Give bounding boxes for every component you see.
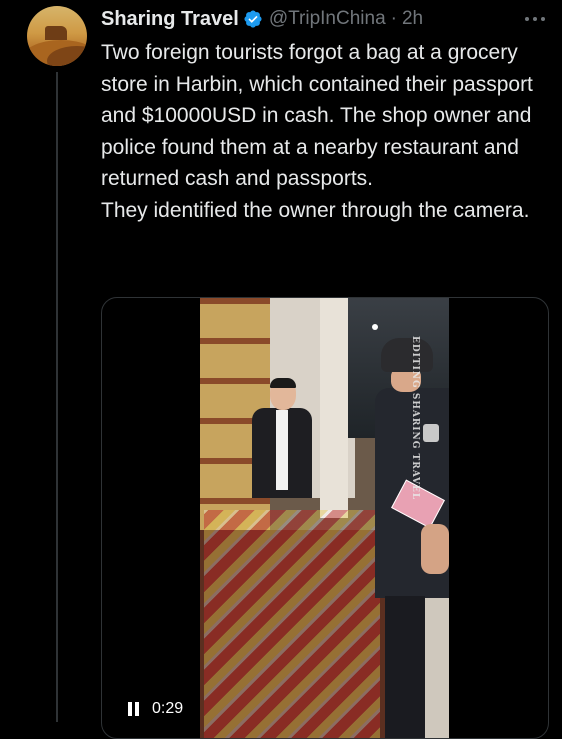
glass-display-case <box>204 510 380 738</box>
video-duration: 0:29 <box>152 700 184 717</box>
verified-badge-icon <box>243 9 263 29</box>
author-handle[interactable]: @TripInChina <box>269 8 386 30</box>
video-controls[interactable]: 0:29 <box>122 697 190 721</box>
shop-owner-figure <box>252 378 312 528</box>
post-text-paragraph: Two foreign tourists forgot a bag at a g… <box>101 41 533 190</box>
store-pillar <box>320 298 348 518</box>
author-name[interactable]: Sharing Travel <box>101 8 239 31</box>
thread-line <box>56 72 58 722</box>
post-header: Sharing Travel @TripInChina · 2h <box>101 6 423 32</box>
ceiling-light <box>372 324 378 330</box>
video-frame[interactable]: EDITING SHARING TRAVEL <box>200 298 449 738</box>
post-text-paragraph: They identified the owner through the ca… <box>101 198 530 222</box>
hand-figure <box>421 524 449 574</box>
post-timestamp[interactable]: 2h <box>402 8 423 30</box>
avatar[interactable] <box>27 6 87 66</box>
pause-icon[interactable] <box>128 702 140 716</box>
video-player[interactable]: EDITING SHARING TRAVEL <box>101 297 549 739</box>
video-watermark: EDITING SHARING TRAVEL <box>410 336 420 501</box>
avatar-rock <box>45 26 67 40</box>
post-text: Two foreign tourists forgot a bag at a g… <box>101 37 551 226</box>
separator-dot: · <box>390 8 397 29</box>
more-options-icon[interactable] <box>522 10 548 28</box>
